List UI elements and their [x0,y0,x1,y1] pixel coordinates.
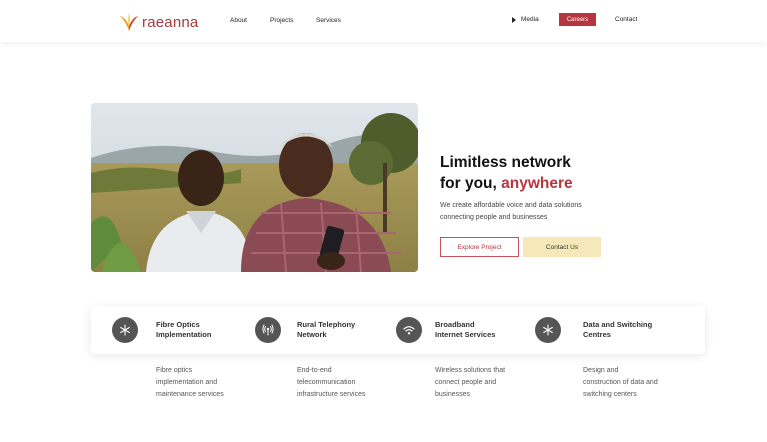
hero-desc-line1: We create affordable voice and data solu… [440,202,582,209]
service-title-data-centres[interactable]: Data and Switching Centres [583,320,652,340]
nav-media-label: Media [521,16,539,23]
site-header: raeanna About Projects Services Media Ca… [0,0,767,42]
service-title-line: Network [297,330,327,339]
logo-mark-icon [120,13,138,31]
hero-title-accent: anywhere [501,175,573,192]
contact-us-button[interactable]: Contact Us [523,237,601,257]
service-desc-line: Wireless solutions that [435,367,506,374]
nav-contact[interactable]: Contact [615,16,637,23]
hero-title-line1: Limitless network [440,154,571,171]
service-title-line: Internet Services [435,330,496,339]
service-desc-line: Fibre optics [156,367,193,374]
service-desc-line: End-to-end [297,367,332,374]
nav-about[interactable]: About [230,17,247,24]
service-title-line: Implementation [156,330,212,339]
service-title-line: Broadband [435,320,475,329]
play-icon [512,16,516,23]
service-desc-line: maintenance services [156,391,224,398]
service-desc-rural: End-to-end telecommunication infrastruct… [297,365,407,401]
service-title-line: Centres [583,330,611,339]
nav-media[interactable]: Media [512,16,539,23]
service-title-line: Rural Telephony [297,320,356,329]
nav-services[interactable]: Services [316,17,341,24]
service-title-line: Data and Switching [583,320,653,329]
service-desc-line: switching centers [583,391,637,398]
service-desc-line: businesses [435,391,471,398]
service-desc-fibre: Fibre optics implementation and maintena… [156,365,266,401]
service-desc-line: infrastructure services [297,391,366,398]
brand-name: raeanna [142,13,199,31]
hero-photo [91,103,418,272]
antenna-icon [255,317,281,343]
service-desc-data-centres: Design and construction of data and swit… [583,365,693,401]
service-desc-line: implementation and [156,379,218,386]
explore-project-button[interactable]: Explore Project [440,237,519,257]
hero-title-line2: for you, anywhere [440,173,573,194]
snowflake-icon [112,317,138,343]
hero-title-prefix: for you, [440,175,502,192]
hero-image [91,103,418,272]
service-title-fibre[interactable]: Fibre Optics Implementation [156,320,211,340]
service-desc-broadband: Wireless solutions that connect people a… [435,365,545,401]
nav-projects[interactable]: Projects [270,17,293,24]
service-desc-line: construction of data and [583,379,658,386]
careers-button[interactable]: Careers [559,13,596,26]
snowflake-icon [535,317,561,343]
service-desc-line: Design and [583,367,619,374]
hero-description: We create affordable voice and data solu… [440,200,610,224]
service-title-broadband[interactable]: Broadband Internet Services [435,320,495,340]
service-desc-line: connect people and [435,379,497,386]
service-title-rural[interactable]: Rural Telephony Network [297,320,355,340]
service-title-line: Fibre Optics [156,320,200,329]
wifi-icon [396,317,422,343]
hero-title: Limitless network for you, anywhere [440,152,573,194]
brand-logo[interactable]: raeanna [119,11,198,33]
service-desc-line: telecommunication [297,379,356,386]
hero-desc-line2: connecting people and businesses [440,214,548,221]
